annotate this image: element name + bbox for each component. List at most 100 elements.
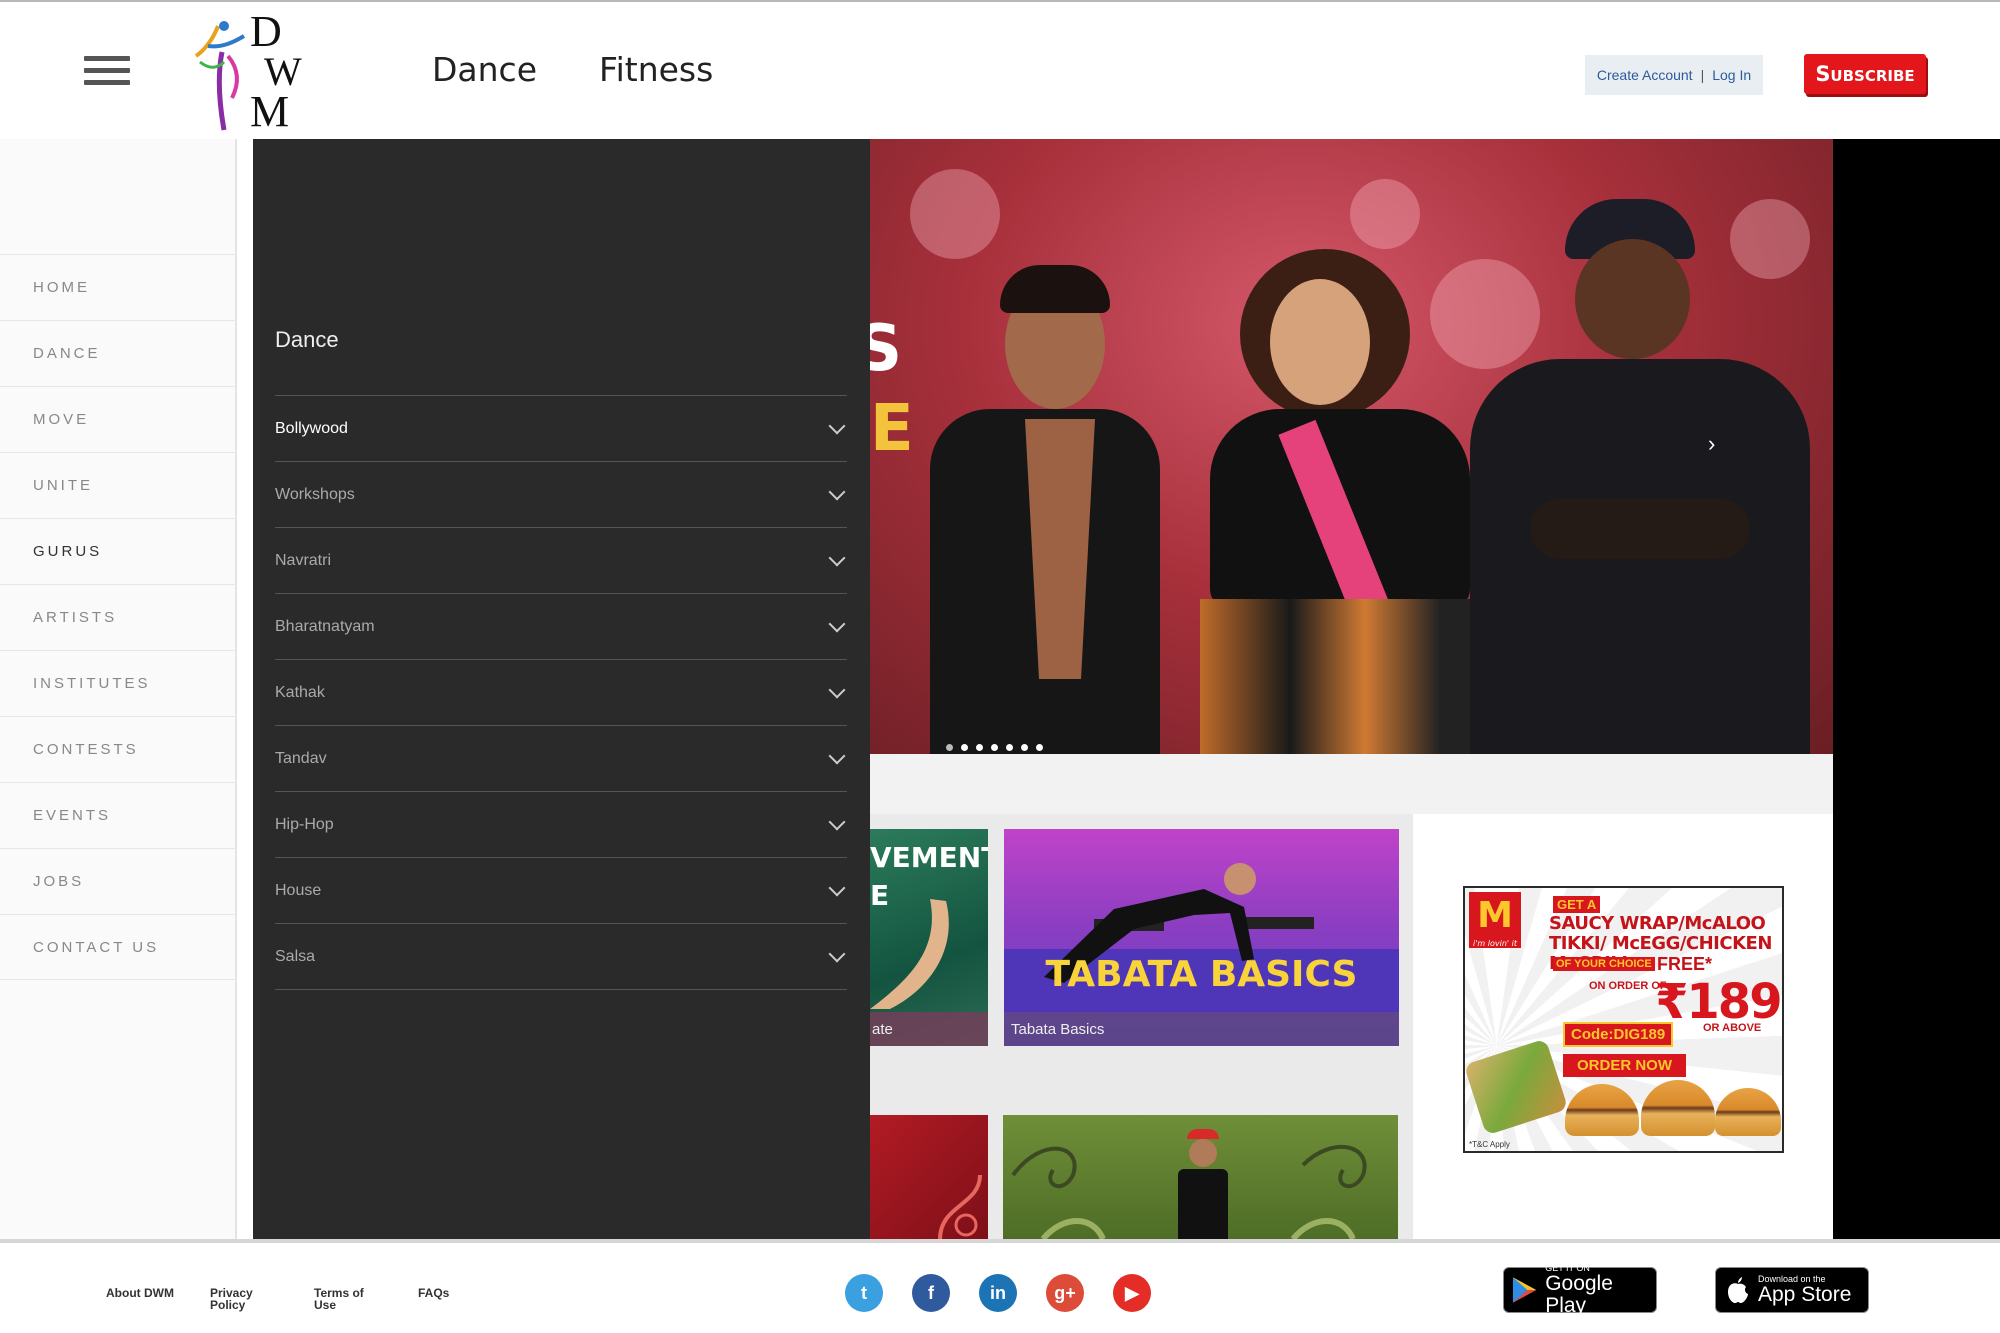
- sidebar: HOME DANCE MOVE UNITE GURUS ARTISTS INSTITUTES…: [0, 139, 237, 1239]
- chevron-down-icon[interactable]: [828, 747, 846, 764]
- google-plus-icon[interactable]: g+: [1046, 1274, 1084, 1312]
- submenu-item-navratri[interactable]: Navratri: [275, 528, 847, 594]
- sidebar-item-gurus[interactable]: GURUS: [0, 518, 237, 584]
- burger-food-image: [1641, 1080, 1715, 1136]
- facebook-icon[interactable]: f: [912, 1274, 950, 1312]
- burger-food-image: [1715, 1088, 1781, 1136]
- sidebar-item-jobs[interactable]: JOBS: [0, 848, 237, 914]
- page: D W M Dance Fitness Create Account | Log…: [0, 0, 2000, 1333]
- sidebar-item-contact-us[interactable]: CONTACT US: [0, 914, 237, 980]
- hero-carousel[interactable]: S E ›: [870, 139, 1833, 754]
- subscribe-button[interactable]: Subscribe: [1804, 54, 1926, 94]
- submenu-item-label: Salsa: [275, 947, 316, 965]
- card-caption: ate: [870, 1012, 988, 1046]
- submenu-item-hip-hop[interactable]: Hip-Hop: [275, 792, 847, 858]
- submenu-item-workshops[interactable]: Workshops: [275, 462, 847, 528]
- chevron-down-icon[interactable]: [828, 483, 846, 500]
- sidebar-item-contests[interactable]: CONTESTS: [0, 716, 237, 782]
- sidebar-menu: HOME DANCE MOVE UNITE GURUS ARTISTS INSTITUTES…: [0, 254, 237, 980]
- main-nav: Dance Fitness: [432, 50, 713, 89]
- submenu-item-house[interactable]: House: [275, 858, 847, 924]
- hero-person-right: [1470, 199, 1810, 754]
- burger-food-image: [1565, 1084, 1639, 1136]
- carousel-dot[interactable]: [1006, 744, 1013, 751]
- submenu-item-tandav[interactable]: Tandav: [275, 726, 847, 792]
- submenu-title: Dance: [275, 327, 339, 352]
- submenu-item-label: Bollywood: [275, 419, 348, 437]
- submenu-item-kathak[interactable]: Kathak: [275, 660, 847, 726]
- nav-fitness[interactable]: Fitness: [599, 50, 713, 89]
- right-black-strip: [1833, 139, 2000, 1239]
- card-caption: Tabata Basics: [1004, 1012, 1399, 1046]
- sidebar-item-events[interactable]: EVENTS: [0, 782, 237, 848]
- submenu-item-bharatnatyam[interactable]: Bharatnatyam: [275, 594, 847, 660]
- leg-illustration: [870, 899, 949, 1009]
- wrap-food-image: [1465, 1038, 1569, 1136]
- chevron-down-icon[interactable]: [828, 879, 846, 896]
- submenu-item-label: Tandav: [275, 749, 327, 767]
- ad-order-now-button[interactable]: ORDER NOW: [1563, 1054, 1686, 1077]
- create-account-link[interactable]: Create Account: [1597, 67, 1693, 83]
- twitter-icon[interactable]: t: [845, 1274, 883, 1312]
- bokeh-light: [910, 169, 1000, 259]
- carousel-next-arrow[interactable]: ›: [1708, 431, 1715, 457]
- carousel-dot[interactable]: [1021, 744, 1028, 751]
- section-band: [870, 754, 1833, 814]
- ad-terms: *T&C Apply: [1469, 1140, 1510, 1149]
- mcdonalds-ad[interactable]: Mi'm lovin' it GET A SAUCY WRAP/McALOO T…: [1463, 886, 1784, 1153]
- submenu-item-bollywood[interactable]: Bollywood: [275, 396, 847, 462]
- hero-person-center: [1170, 249, 1500, 754]
- video-card[interactable]: [870, 1115, 988, 1239]
- chevron-down-icon[interactable]: [828, 615, 846, 632]
- footer-links: About DWM Privacy Policy Terms of Use FA…: [106, 1287, 522, 1311]
- account-separator: |: [1700, 67, 1705, 83]
- carousel-dot[interactable]: [961, 744, 968, 751]
- google-play-badge[interactable]: GET IT ON Google Play: [1503, 1263, 1657, 1317]
- submenu-item-label: Bharatnatyam: [275, 617, 375, 635]
- nav-dance[interactable]: Dance: [432, 50, 537, 89]
- carousel-dot[interactable]: [976, 744, 983, 751]
- video-card[interactable]: VEMENT E ate: [870, 829, 988, 1046]
- sidebar-item-dance[interactable]: DANCE: [0, 320, 237, 386]
- video-card[interactable]: TABATA BASICS Tabata Basics: [1004, 829, 1399, 1046]
- chevron-down-icon[interactable]: [828, 681, 846, 698]
- account-box: Create Account | Log In: [1585, 55, 1763, 95]
- hero-title-partial: S E: [870, 312, 914, 466]
- footer-link-faqs[interactable]: FAQs: [418, 1287, 522, 1311]
- submenu-item-label: Navratri: [275, 551, 332, 569]
- ad-get-a: GET A: [1553, 896, 1601, 913]
- mcdonalds-logo-icon: Mi'm lovin' it: [1469, 892, 1521, 948]
- footer-link-privacy[interactable]: Privacy Policy: [210, 1287, 270, 1311]
- chevron-down-icon[interactable]: [828, 813, 846, 830]
- footer-link-terms[interactable]: Terms of Use: [314, 1287, 374, 1311]
- site-header: D W M Dance Fitness Create Account | Log…: [0, 0, 2000, 139]
- dwm-logo[interactable]: D W M: [188, 10, 303, 137]
- sidebar-item-move[interactable]: MOVE: [0, 386, 237, 452]
- footer-link-about[interactable]: About DWM: [106, 1287, 210, 1311]
- carousel-dot[interactable]: [946, 744, 953, 751]
- sidebar-item-home[interactable]: HOME: [0, 254, 237, 320]
- linkedin-icon[interactable]: in: [979, 1274, 1017, 1312]
- dancer-logo-icon: [194, 21, 246, 131]
- chevron-down-icon[interactable]: [828, 945, 846, 962]
- chevron-down-icon[interactable]: [828, 417, 846, 434]
- ad-promo-code: Code:DIG189: [1563, 1022, 1674, 1047]
- submenu-item-label: Hip-Hop: [275, 815, 334, 833]
- site-footer: About DWM Privacy Policy Terms of Use FA…: [0, 1239, 2000, 1333]
- sidebar-item-artists[interactable]: ARTISTS: [0, 584, 237, 650]
- carousel-dot[interactable]: [991, 744, 998, 751]
- submenu-item-salsa[interactable]: Salsa: [275, 924, 847, 990]
- dancer-figure: [1173, 1129, 1233, 1239]
- sidebar-item-institutes[interactable]: INSTITUTES: [0, 650, 237, 716]
- ad-or-above: OR ABOVE: [1703, 1022, 1762, 1034]
- carousel-dots: [946, 744, 1043, 751]
- youtube-icon[interactable]: ▶: [1113, 1274, 1151, 1312]
- chevron-down-icon[interactable]: [828, 549, 846, 566]
- carousel-dot[interactable]: [1036, 744, 1043, 751]
- app-store-badge[interactable]: Download on the App Store: [1715, 1267, 1869, 1313]
- google-play-icon: [1512, 1277, 1537, 1303]
- sidebar-item-unite[interactable]: UNITE: [0, 452, 237, 518]
- login-link[interactable]: Log In: [1712, 67, 1751, 83]
- hamburger-menu-icon[interactable]: [84, 56, 130, 90]
- video-card[interactable]: [1003, 1115, 1398, 1239]
